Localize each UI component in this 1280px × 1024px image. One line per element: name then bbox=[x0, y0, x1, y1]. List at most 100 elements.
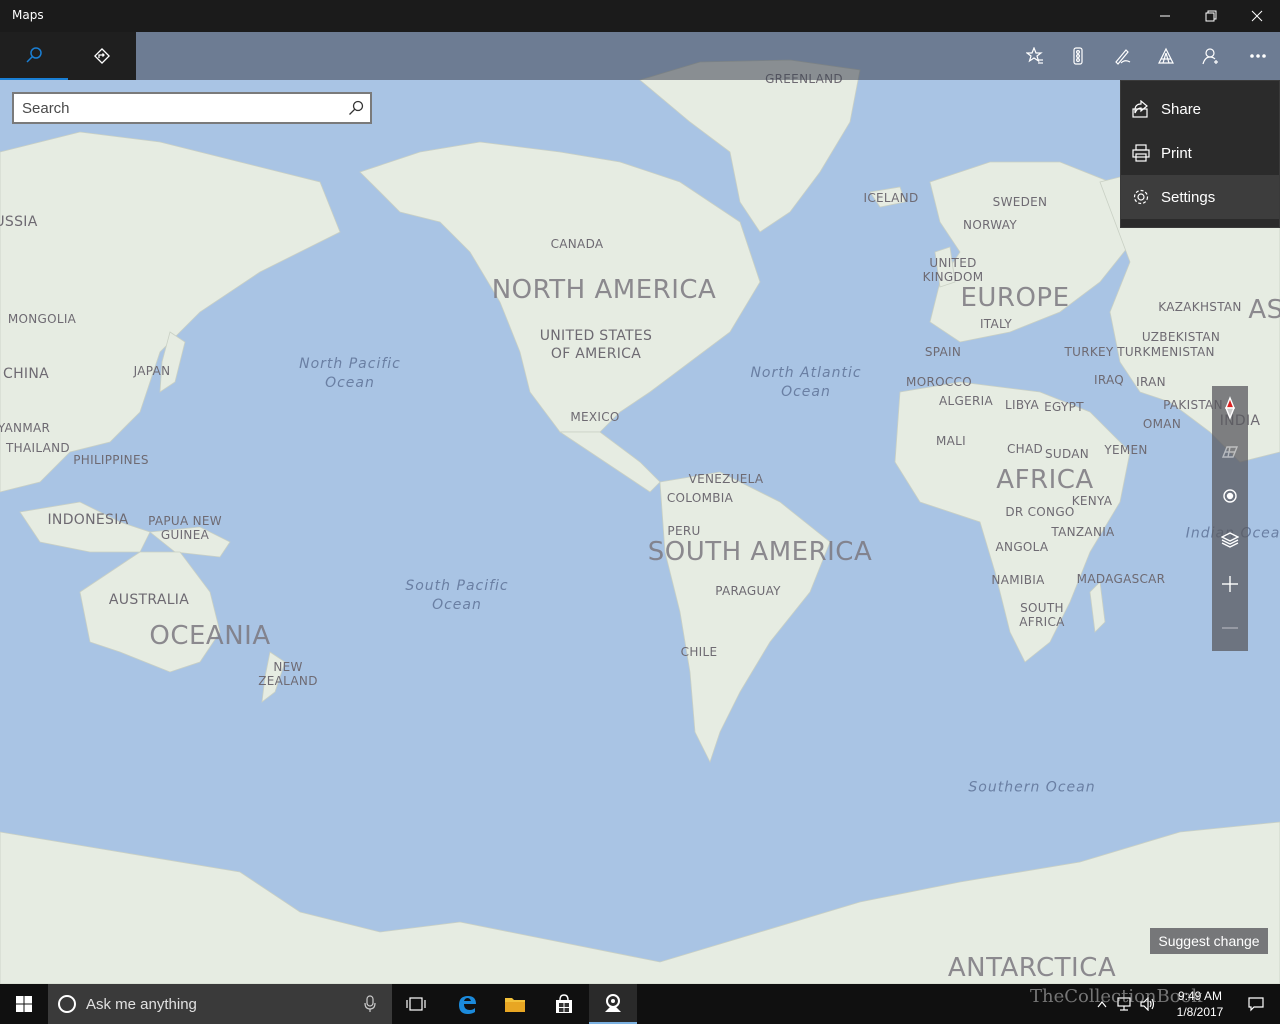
map-views-button[interactable] bbox=[1212, 518, 1248, 562]
map-controls bbox=[1212, 386, 1248, 651]
taskbar-edge-button[interactable] bbox=[443, 984, 491, 1024]
map-label-country: AUSTRALIA bbox=[108, 592, 190, 608]
map-label-country: NEW ZEALAND bbox=[258, 660, 318, 688]
search-tab-button[interactable] bbox=[0, 32, 68, 80]
compass-button[interactable] bbox=[1212, 386, 1248, 430]
gear-icon bbox=[1133, 189, 1149, 205]
map-label-country: PARAGUAY bbox=[715, 584, 781, 598]
map-label-country: MEXICO bbox=[570, 410, 620, 424]
map-label-country: TURKMENISTAN bbox=[1117, 345, 1215, 359]
taskbar-maps-button[interactable] bbox=[589, 984, 637, 1024]
ink-icon bbox=[1115, 49, 1131, 65]
zoom-in-button[interactable] bbox=[1212, 562, 1248, 606]
layers-icon bbox=[1221, 532, 1239, 548]
map-label-country: UNITED STATES OF AMERICA bbox=[539, 328, 653, 362]
location-icon bbox=[1223, 489, 1237, 503]
map-label-continent: AFRICA bbox=[996, 465, 1094, 495]
directions-tab-button[interactable] bbox=[68, 32, 136, 80]
notification-icon bbox=[1248, 997, 1264, 1012]
favorites-icon bbox=[1026, 47, 1043, 64]
account-button[interactable] bbox=[1189, 32, 1233, 80]
windows-logo-icon bbox=[16, 996, 32, 1012]
3d-cities-icon bbox=[1158, 47, 1174, 64]
taskbar-store-button[interactable] bbox=[540, 984, 588, 1024]
menu-item-print[interactable]: Print bbox=[1121, 131, 1279, 175]
map-label-country: MOROCCO bbox=[906, 375, 972, 389]
world-map[interactable]: NORTH AMERICA SOUTH AMERICA EUROPE AFRIC… bbox=[0, 32, 1280, 984]
map-label-country: YANMAR bbox=[0, 421, 51, 435]
maps-app-icon bbox=[605, 994, 621, 1012]
share-icon bbox=[1132, 100, 1148, 118]
show-location-button[interactable] bbox=[1212, 474, 1248, 518]
map-label-country: LIBYA bbox=[1005, 398, 1039, 412]
map-label-continent: SOUTH AMERICA bbox=[647, 537, 873, 567]
map-label-country: PHILIPPINES bbox=[73, 453, 149, 467]
map-label-continent: NORTH AMERICA bbox=[491, 275, 717, 305]
zoom-out-button[interactable] bbox=[1212, 606, 1248, 650]
action-center-button[interactable] bbox=[1232, 984, 1280, 1024]
cortana-search-box[interactable]: Ask me anything bbox=[48, 984, 392, 1024]
compass-icon bbox=[1224, 396, 1236, 420]
restore-button[interactable] bbox=[1188, 0, 1234, 32]
edge-icon bbox=[459, 996, 476, 1014]
map-label-country: INDONESIA bbox=[47, 512, 129, 528]
task-view-button[interactable] bbox=[392, 984, 440, 1024]
map-label-ocean: North Atlantic Ocean bbox=[750, 365, 862, 400]
more-icon bbox=[1250, 54, 1266, 58]
map-label-country: CANADA bbox=[550, 237, 604, 251]
map-label-country: UZBEKISTAN bbox=[1141, 330, 1221, 344]
menu-item-settings[interactable]: Settings bbox=[1121, 175, 1279, 219]
map-label-country: SOUTH AFRICA bbox=[1019, 601, 1065, 629]
cortana-icon bbox=[58, 995, 76, 1013]
map-label-country: MALI bbox=[936, 434, 966, 448]
task-view-icon bbox=[406, 997, 426, 1011]
map-label-country: COLOMBIA bbox=[666, 491, 734, 505]
map-label-country: OMAN bbox=[1142, 417, 1182, 431]
close-button[interactable] bbox=[1234, 0, 1280, 32]
zoom-in-icon bbox=[1222, 576, 1238, 592]
minimize-button[interactable] bbox=[1142, 0, 1188, 32]
tilt-button[interactable] bbox=[1212, 430, 1248, 474]
map-label-country: ICELAND bbox=[863, 191, 919, 205]
store-icon bbox=[556, 994, 572, 1013]
ink-button[interactable] bbox=[1100, 32, 1144, 80]
map-label-country: KENYA bbox=[1071, 494, 1113, 508]
search-input[interactable] bbox=[22, 98, 342, 118]
3d-cities-button[interactable] bbox=[1144, 32, 1188, 80]
map-label-ocean: Southern Ocean bbox=[968, 779, 1096, 796]
map-label-country: EGYPT bbox=[1044, 400, 1084, 414]
map-label-country: SUDAN bbox=[1044, 447, 1090, 461]
map-label-country: IRAN bbox=[1136, 375, 1166, 389]
map-label-country: USSIA bbox=[0, 214, 38, 230]
start-button[interactable] bbox=[0, 984, 48, 1024]
traffic-button[interactable] bbox=[1056, 32, 1100, 80]
search-submit-button[interactable] bbox=[348, 100, 364, 121]
map-label-country: IRAQ bbox=[1093, 373, 1125, 387]
map-label-continent: AS bbox=[1248, 295, 1280, 325]
tilt-icon bbox=[1221, 446, 1239, 458]
microphone-icon[interactable] bbox=[364, 995, 376, 1013]
map-label-country: ALGERIA bbox=[939, 394, 993, 408]
folder-icon bbox=[505, 998, 525, 1012]
map-label-continent: OCEANIA bbox=[149, 621, 271, 651]
command-bar bbox=[0, 32, 1280, 80]
map-label-country: NAMIBIA bbox=[991, 573, 1045, 587]
search-icon bbox=[349, 100, 364, 115]
map-label-country: THAILAND bbox=[6, 441, 70, 455]
map-label-continent: ANTARCTICA bbox=[947, 953, 1117, 983]
watermark-text: TheCollectionBook bbox=[1030, 986, 1203, 1007]
map-label-country: MADAGASCAR bbox=[1076, 572, 1166, 586]
menu-item-share[interactable]: Share bbox=[1121, 87, 1279, 131]
nav-pane bbox=[0, 32, 136, 80]
traffic-icon bbox=[1073, 47, 1083, 65]
menu-item-label: Settings bbox=[1161, 188, 1216, 206]
account-icon bbox=[1202, 48, 1218, 65]
map-label-country: PERU bbox=[667, 524, 701, 538]
map-label-country: ANGOLA bbox=[995, 540, 1049, 554]
more-button[interactable] bbox=[1236, 32, 1280, 80]
taskbar-file-explorer-button[interactable] bbox=[491, 984, 539, 1024]
favorites-button[interactable] bbox=[1013, 32, 1057, 80]
menu-item-label: Print bbox=[1161, 144, 1192, 162]
suggest-change-button[interactable]: Suggest change bbox=[1150, 928, 1268, 954]
map-label-country: ITALY bbox=[979, 317, 1013, 331]
